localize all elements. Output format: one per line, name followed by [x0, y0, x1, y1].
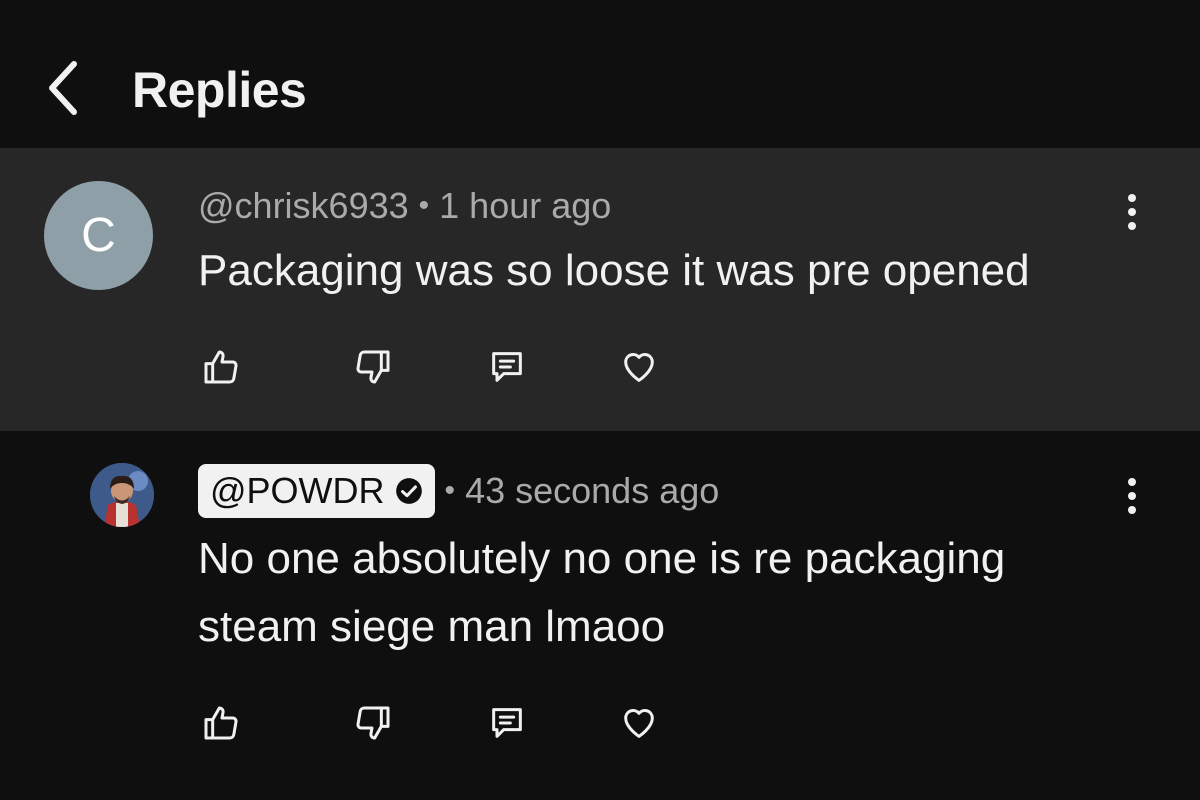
reply-button[interactable]: [482, 698, 532, 748]
dislike-button[interactable]: [348, 342, 398, 392]
profile-picture-icon: [90, 463, 154, 527]
heart-icon: [624, 709, 654, 738]
thumbs-down-icon: [356, 706, 390, 740]
kebab-dot: [1128, 492, 1136, 500]
comment-actions: [190, 698, 690, 748]
meta-separator: •: [418, 189, 430, 222]
reply-button[interactable]: [482, 342, 532, 392]
comment-timestamp: 43 seconds ago: [465, 470, 720, 511]
creator-handle-badge[interactable]: @POWDR: [198, 464, 435, 518]
comment-text: Packaging was so loose it was pre opened: [198, 246, 1030, 295]
kebab-dot: [1128, 222, 1136, 230]
like-button[interactable]: [196, 698, 246, 748]
comment-meta: @chrisk6933 • 1 hour ago: [198, 184, 611, 228]
thumbs-up-icon: [204, 706, 238, 740]
comment-text: No one absolutely no one is re packaging…: [198, 525, 1005, 661]
avatar[interactable]: C: [44, 181, 153, 290]
dislike-button[interactable]: [348, 698, 398, 748]
comment-text-line: No one absolutely no one is re packaging: [198, 534, 1006, 583]
comment-timestamp: 1 hour ago: [439, 185, 612, 226]
replies-page: Replies C @chrisk6933 • 1 hour ago Packa…: [0, 0, 1200, 800]
avatar[interactable]: [90, 463, 154, 527]
comment-author-handle[interactable]: @chrisk6933: [198, 185, 409, 227]
comment-meta: @POWDR • 43 seconds ago: [198, 464, 719, 518]
kebab-dot: [1128, 194, 1136, 202]
header: Replies: [0, 0, 1200, 148]
reply-icon: [492, 352, 522, 382]
more-options-button[interactable]: [1112, 466, 1152, 526]
kebab-dot: [1128, 478, 1136, 486]
heart-button[interactable]: [614, 698, 664, 748]
comment-actions: [190, 342, 690, 392]
comment-author-handle: @POWDR: [210, 470, 385, 511]
thumbs-up-icon: [204, 350, 238, 384]
page-title: Replies: [132, 62, 307, 118]
verified-check-icon: [395, 477, 423, 505]
back-button[interactable]: [36, 56, 92, 120]
thumbs-down-icon: [356, 350, 390, 384]
kebab-dot: [1128, 506, 1136, 514]
meta-separator: •: [444, 474, 456, 507]
like-button[interactable]: [196, 342, 246, 392]
reply-icon: [492, 708, 522, 738]
comment-text-line: steam siege man lmaoo: [198, 602, 666, 651]
heart-icon: [624, 353, 654, 382]
chevron-left-icon: [49, 61, 77, 115]
kebab-dot: [1128, 208, 1136, 216]
heart-button[interactable]: [614, 342, 664, 392]
more-options-button[interactable]: [1112, 182, 1152, 242]
